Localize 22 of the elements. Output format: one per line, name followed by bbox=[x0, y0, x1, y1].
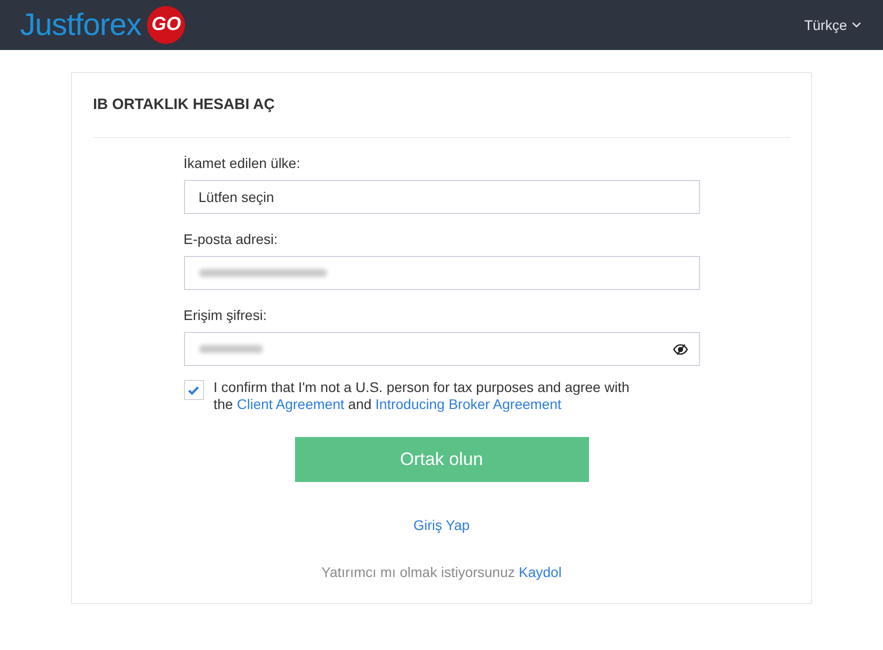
consent-checkbox[interactable] bbox=[184, 380, 204, 400]
agreement-link[interactable]: Introducing Broker Agreement bbox=[375, 396, 562, 412]
signup-link[interactable]: Kaydol bbox=[518, 564, 562, 580]
eye-slash-icon[interactable] bbox=[672, 344, 688, 354]
field-label: Erişim şifresi: bbox=[184, 307, 268, 324]
logo-text[interactable]: Justforex bbox=[20, 7, 142, 43]
checkmark-icon bbox=[188, 386, 199, 394]
email-field[interactable] bbox=[184, 256, 700, 290]
language-selector[interactable]: Türkçe bbox=[804, 14, 861, 36]
field-label: İkamet edilen ülke: bbox=[184, 155, 302, 172]
logo-badge: GO bbox=[147, 6, 186, 44]
chevron-down-icon bbox=[852, 22, 861, 28]
login-link[interactable]: Giriş Yap bbox=[413, 517, 470, 534]
consent-text: I confirm that I'm not a U.S. person for tax purposes and agree with the Client Agreement and Introducing Broker Agreement bbox=[214, 379, 630, 413]
select-value: Lütfen seçin bbox=[198, 188, 274, 207]
agreement-link[interactable]: Client Agreement bbox=[236, 396, 344, 412]
country-select[interactable]: Lütfen seçin bbox=[184, 180, 700, 214]
investor-signup-prompt: Yatırımcı mı olmak istiyorsunuz Kaydol bbox=[321, 564, 562, 581]
field-label: E-posta adresi: bbox=[184, 231, 279, 248]
submit-button[interactable]: Ortak olun bbox=[294, 437, 588, 482]
card-title: IB ORTAKLIK HESABI AÇ bbox=[93, 96, 276, 114]
password-field[interactable] bbox=[184, 332, 700, 366]
